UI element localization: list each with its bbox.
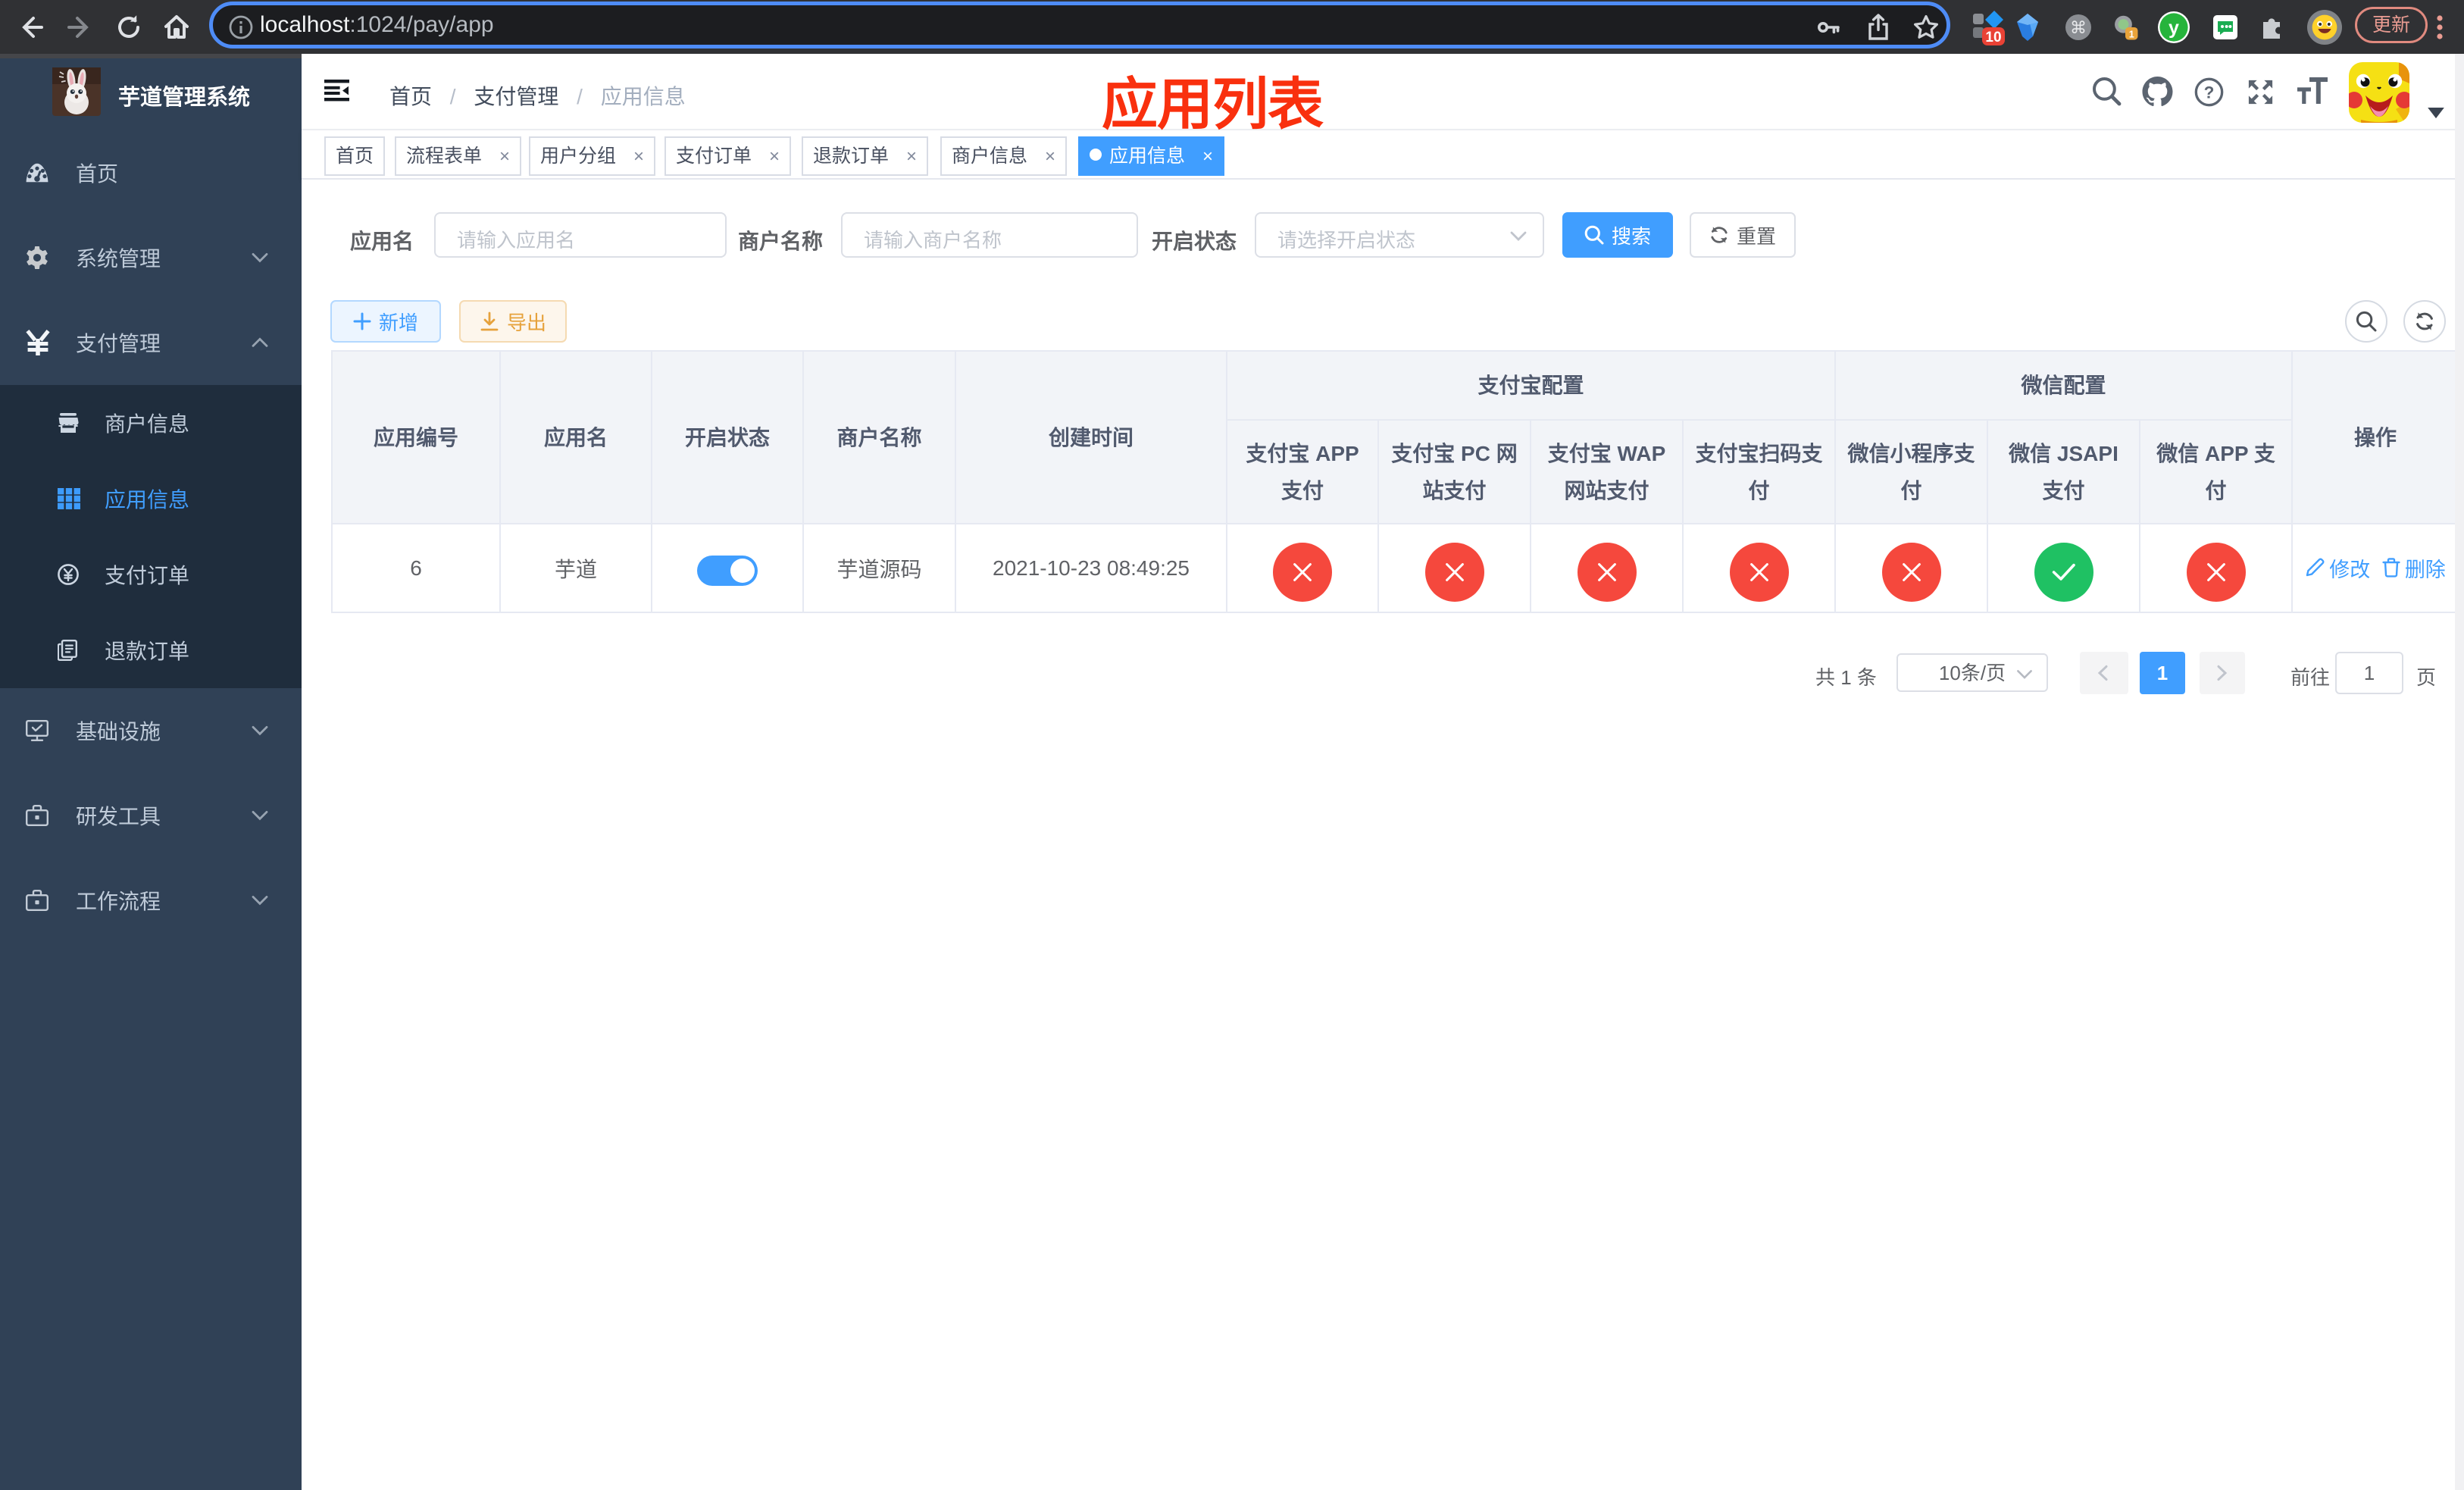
svg-text:⌘: ⌘ <box>2070 18 2087 37</box>
svg-text:?: ? <box>2203 83 2214 102</box>
svg-text:1: 1 <box>2129 29 2134 39</box>
svg-text:y: y <box>2169 17 2179 39</box>
svg-text:10: 10 <box>1985 30 2001 45</box>
